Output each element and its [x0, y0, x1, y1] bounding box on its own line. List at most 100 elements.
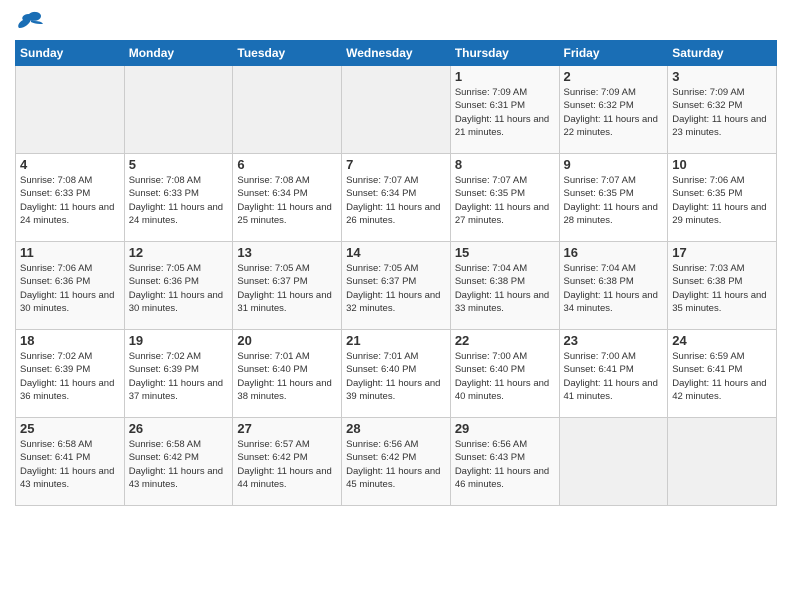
calendar-week-3: 11 Sunrise: 7:06 AM Sunset: 6:36 PM Dayli… — [16, 242, 777, 330]
day-info: Sunrise: 7:05 AM Sunset: 6:36 PM Dayligh… — [129, 262, 229, 315]
day-number: 6 — [237, 157, 337, 172]
day-number: 5 — [129, 157, 229, 172]
calendar-cell: 6 Sunrise: 7:08 AM Sunset: 6:34 PM Daylig… — [233, 154, 342, 242]
day-info: Sunrise: 7:07 AM Sunset: 6:34 PM Dayligh… — [346, 174, 446, 227]
day-number: 8 — [455, 157, 555, 172]
calendar-cell: 3Sunrise: 7:09 AM Sunset: 6:32 PM Daylig… — [668, 66, 777, 154]
day-header-saturday: Saturday — [668, 41, 777, 66]
day-info: Sunrise: 6:57 AM Sunset: 6:42 PM Dayligh… — [237, 438, 337, 491]
calendar-cell: 9Sunrise: 7:07 AM Sunset: 6:35 PM Daylig… — [559, 154, 668, 242]
calendar-cell: 22 Sunrise: 7:00 AM Sunset: 6:40 PM Dayli… — [450, 330, 559, 418]
calendar-page: SundayMondayTuesdayWednesdayThursdayFrid… — [0, 0, 792, 516]
day-number: 17 — [672, 245, 772, 260]
day-info: Sunrise: 7:05 AM Sunset: 6:37 PM Dayligh… — [346, 262, 446, 315]
day-info: Sunrise: 7:09 AM Sunset: 6:31 PM Dayligh… — [455, 86, 555, 139]
day-number: 13 — [237, 245, 337, 260]
day-number: 3 — [672, 69, 772, 84]
day-number: 29 — [455, 421, 555, 436]
calendar-cell — [342, 66, 451, 154]
day-info: Sunrise: 7:01 AM Sunset: 6:40 PM Dayligh… — [346, 350, 446, 403]
day-number: 23 — [564, 333, 664, 348]
calendar-week-2: 4 Sunrise: 7:08 AM Sunset: 6:33 PM Daylig… — [16, 154, 777, 242]
day-number: 19 — [129, 333, 229, 348]
calendar-cell: 20 Sunrise: 7:01 AM Sunset: 6:40 PM Dayli… — [233, 330, 342, 418]
header — [15, 10, 777, 32]
calendar-week-5: 25 Sunrise: 6:58 AM Sunset: 6:41 PM Dayli… — [16, 418, 777, 506]
calendar-cell: 23 Sunrise: 7:00 AM Sunset: 6:41 PM Dayli… — [559, 330, 668, 418]
calendar-cell: 7 Sunrise: 7:07 AM Sunset: 6:34 PM Daylig… — [342, 154, 451, 242]
day-info: Sunrise: 7:06 AM Sunset: 6:36 PM Dayligh… — [20, 262, 120, 315]
day-header-monday: Monday — [124, 41, 233, 66]
calendar-cell: 10Sunrise: 7:06 AM Sunset: 6:35 PM Dayli… — [668, 154, 777, 242]
day-header-tuesday: Tuesday — [233, 41, 342, 66]
day-info: Sunrise: 7:02 AM Sunset: 6:39 PM Dayligh… — [129, 350, 229, 403]
day-header-thursday: Thursday — [450, 41, 559, 66]
calendar-cell: 21 Sunrise: 7:01 AM Sunset: 6:40 PM Dayli… — [342, 330, 451, 418]
calendar-cell: 28 Sunrise: 6:56 AM Sunset: 6:42 PM Dayli… — [342, 418, 451, 506]
calendar-header-row: SundayMondayTuesdayWednesdayThursdayFrid… — [16, 41, 777, 66]
day-info: Sunrise: 7:04 AM Sunset: 6:38 PM Dayligh… — [455, 262, 555, 315]
day-number: 2 — [564, 69, 664, 84]
calendar-cell — [668, 418, 777, 506]
day-header-friday: Friday — [559, 41, 668, 66]
day-number: 22 — [455, 333, 555, 348]
day-number: 21 — [346, 333, 446, 348]
calendar-cell: 19 Sunrise: 7:02 AM Sunset: 6:39 PM Dayli… — [124, 330, 233, 418]
calendar-week-1: 1 Sunrise: 7:09 AM Sunset: 6:31 PM Daylig… — [16, 66, 777, 154]
day-header-sunday: Sunday — [16, 41, 125, 66]
calendar-week-4: 18Sunrise: 7:02 AM Sunset: 6:39 PM Dayli… — [16, 330, 777, 418]
day-info: Sunrise: 7:09 AM Sunset: 6:32 PM Dayligh… — [564, 86, 664, 139]
day-info: Sunrise: 6:59 AM Sunset: 6:41 PM Dayligh… — [672, 350, 772, 403]
day-info: Sunrise: 7:01 AM Sunset: 6:40 PM Dayligh… — [237, 350, 337, 403]
calendar-cell: 14Sunrise: 7:05 AM Sunset: 6:37 PM Dayli… — [342, 242, 451, 330]
day-info: Sunrise: 7:08 AM Sunset: 6:33 PM Dayligh… — [20, 174, 120, 227]
logo — [15, 10, 47, 32]
calendar-cell — [559, 418, 668, 506]
calendar-cell — [124, 66, 233, 154]
day-info: Sunrise: 6:56 AM Sunset: 6:43 PM Dayligh… — [455, 438, 555, 491]
day-info: Sunrise: 6:58 AM Sunset: 6:41 PM Dayligh… — [20, 438, 120, 491]
day-number: 26 — [129, 421, 229, 436]
day-number: 20 — [237, 333, 337, 348]
day-number: 24 — [672, 333, 772, 348]
calendar-cell: 24 Sunrise: 6:59 AM Sunset: 6:41 PM Dayli… — [668, 330, 777, 418]
calendar-cell: 13 Sunrise: 7:05 AM Sunset: 6:37 PM Dayli… — [233, 242, 342, 330]
calendar-cell: 18Sunrise: 7:02 AM Sunset: 6:39 PM Dayli… — [16, 330, 125, 418]
day-info: Sunrise: 6:56 AM Sunset: 6:42 PM Dayligh… — [346, 438, 446, 491]
day-info: Sunrise: 7:05 AM Sunset: 6:37 PM Dayligh… — [237, 262, 337, 315]
day-number: 27 — [237, 421, 337, 436]
calendar-cell: 12Sunrise: 7:05 AM Sunset: 6:36 PM Dayli… — [124, 242, 233, 330]
calendar-cell: 25 Sunrise: 6:58 AM Sunset: 6:41 PM Dayli… — [16, 418, 125, 506]
day-info: Sunrise: 7:07 AM Sunset: 6:35 PM Dayligh… — [455, 174, 555, 227]
calendar-cell: 26 Sunrise: 6:58 AM Sunset: 6:42 PM Dayli… — [124, 418, 233, 506]
day-info: Sunrise: 7:00 AM Sunset: 6:41 PM Dayligh… — [564, 350, 664, 403]
calendar-cell: 17 Sunrise: 7:03 AM Sunset: 6:38 PM Dayli… — [668, 242, 777, 330]
calendar-cell: 16 Sunrise: 7:04 AM Sunset: 6:38 PM Dayli… — [559, 242, 668, 330]
day-number: 16 — [564, 245, 664, 260]
day-number: 25 — [20, 421, 120, 436]
day-number: 4 — [20, 157, 120, 172]
day-number: 7 — [346, 157, 446, 172]
logo-bird-icon — [15, 10, 43, 32]
day-info: Sunrise: 7:08 AM Sunset: 6:34 PM Dayligh… — [237, 174, 337, 227]
calendar-body: 1 Sunrise: 7:09 AM Sunset: 6:31 PM Daylig… — [16, 66, 777, 506]
day-info: Sunrise: 7:02 AM Sunset: 6:39 PM Dayligh… — [20, 350, 120, 403]
day-header-wednesday: Wednesday — [342, 41, 451, 66]
day-number: 28 — [346, 421, 446, 436]
calendar-cell: 2 Sunrise: 7:09 AM Sunset: 6:32 PM Daylig… — [559, 66, 668, 154]
calendar-cell: 29 Sunrise: 6:56 AM Sunset: 6:43 PM Dayli… — [450, 418, 559, 506]
day-number: 9 — [564, 157, 664, 172]
day-number: 11 — [20, 245, 120, 260]
day-info: Sunrise: 7:08 AM Sunset: 6:33 PM Dayligh… — [129, 174, 229, 227]
day-number: 15 — [455, 245, 555, 260]
day-number: 10 — [672, 157, 772, 172]
calendar-cell: 4 Sunrise: 7:08 AM Sunset: 6:33 PM Daylig… — [16, 154, 125, 242]
day-number: 1 — [455, 69, 555, 84]
day-info: Sunrise: 7:04 AM Sunset: 6:38 PM Dayligh… — [564, 262, 664, 315]
day-info: Sunrise: 7:00 AM Sunset: 6:40 PM Dayligh… — [455, 350, 555, 403]
calendar-cell: 11 Sunrise: 7:06 AM Sunset: 6:36 PM Dayli… — [16, 242, 125, 330]
day-info: Sunrise: 6:58 AM Sunset: 6:42 PM Dayligh… — [129, 438, 229, 491]
calendar-cell — [233, 66, 342, 154]
calendar-cell: 15 Sunrise: 7:04 AM Sunset: 6:38 PM Dayli… — [450, 242, 559, 330]
day-info: Sunrise: 7:03 AM Sunset: 6:38 PM Dayligh… — [672, 262, 772, 315]
